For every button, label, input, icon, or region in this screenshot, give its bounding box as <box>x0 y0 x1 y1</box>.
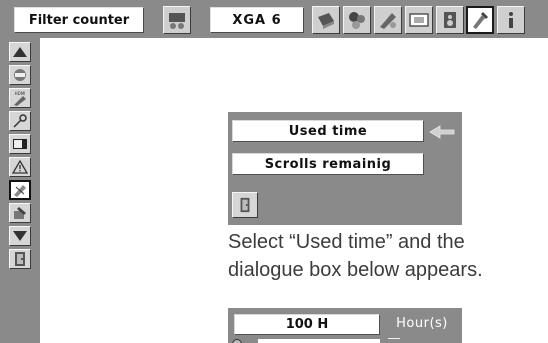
warning-icon[interactable] <box>9 157 31 177</box>
input-source-label: XGA 6 <box>210 7 304 33</box>
down-arrow-icon[interactable] <box>9 226 31 246</box>
image-adjust-icon[interactable] <box>374 6 402 34</box>
screen-display-icon[interactable] <box>9 134 31 154</box>
top-menu-bar: Filter counter XGA 6 <box>0 0 548 38</box>
hdmi-setup-icon[interactable]: HDMI <box>9 88 31 108</box>
security-key-icon[interactable] <box>9 111 31 131</box>
hours-unit-label: Hour(s) <box>396 316 448 331</box>
selection-pointer-icon <box>429 125 455 139</box>
image-select-icon[interactable] <box>343 6 371 34</box>
hours-value-field: 100 H <box>234 314 380 335</box>
exit-door-icon[interactable] <box>9 249 31 269</box>
reset-option-label <box>388 338 400 343</box>
filter-counter-dialog: Used time Scrolls remainig <box>228 112 462 225</box>
input-source-icon[interactable] <box>163 6 191 34</box>
filter-counter-icon[interactable] <box>9 180 31 200</box>
sidebar-menu: HDMI <box>0 38 40 343</box>
exit-door-icon <box>240 197 250 213</box>
information-icon[interactable] <box>497 6 525 34</box>
svg-text:HDMI: HDMI <box>15 91 26 96</box>
instruction-text-line-1: Select “Used time” and the <box>228 231 465 253</box>
test-pattern-icon[interactable] <box>9 203 31 223</box>
setting-icon[interactable] <box>466 6 494 34</box>
language-icon[interactable] <box>9 65 31 85</box>
used-time-option[interactable]: Used time <box>232 120 424 142</box>
reset-option-field[interactable] <box>258 339 380 343</box>
hours-dialog: 100 H Hour(s) <box>228 308 462 343</box>
reset-option-icon <box>232 339 242 343</box>
dialog-exit-button[interactable] <box>232 192 258 218</box>
sound-icon[interactable] <box>436 6 464 34</box>
screen-icon[interactable] <box>405 6 433 34</box>
scrolls-remaining-option[interactable]: Scrolls remainig <box>232 153 424 175</box>
pc-adjust-icon[interactable] <box>312 6 340 34</box>
up-arrow-icon[interactable] <box>9 42 31 62</box>
instruction-text-line-2: dialogue box below appears. <box>228 259 483 281</box>
menu-title: Filter counter <box>14 7 144 33</box>
